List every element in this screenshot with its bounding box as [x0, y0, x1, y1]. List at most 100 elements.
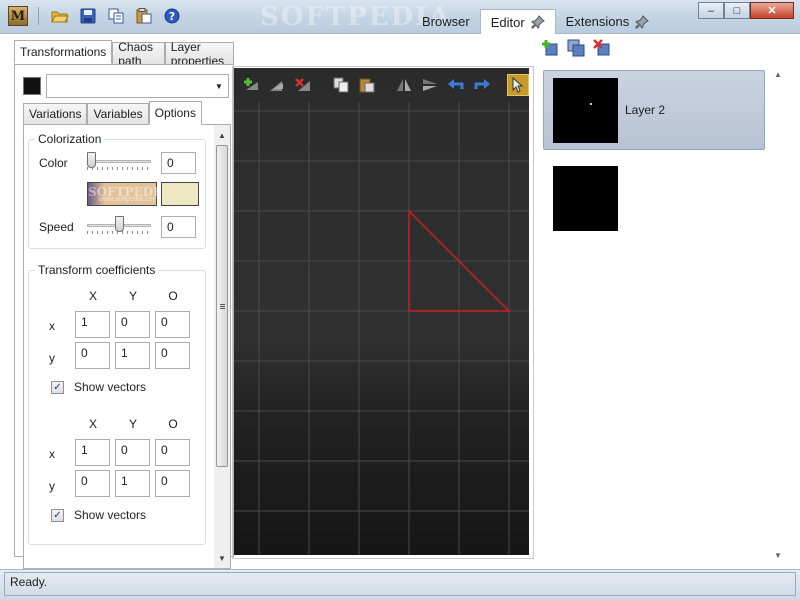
row-label-y: y — [49, 351, 55, 365]
transform-coefficients-title: Transform coefficients — [35, 263, 159, 277]
tab-variations[interactable]: Variations — [23, 103, 88, 124]
thumbnail-dot — [590, 103, 592, 105]
layer-item[interactable]: Layer 2 — [543, 70, 765, 150]
slider-track — [87, 160, 151, 163]
color-value-field[interactable]: 0 — [161, 152, 196, 174]
speed-value-field[interactable]: 0 — [161, 216, 196, 238]
left-panel: Transformations Chaos path Layer propert… — [14, 40, 234, 569]
tab-browser[interactable]: Browser — [412, 9, 480, 34]
color-slider[interactable] — [87, 152, 151, 174]
coef-y-o[interactable]: 0 — [155, 342, 190, 369]
scroll-down-icon[interactable]: ▼ — [774, 551, 782, 560]
chevron-down-icon[interactable]: ▼ — [210, 75, 228, 97]
tab-variables[interactable]: Variables — [87, 103, 149, 124]
color-gradient-swatch[interactable]: SOFTPEDIA www.softpedia.com — [87, 182, 168, 206]
transform-coefficients-group: Transform coefficients X Y O x 1 0 0 y 0… — [28, 263, 206, 545]
transform-canvas[interactable] — [234, 68, 529, 555]
layer-list: Layer 2 — [541, 66, 786, 560]
coef-x-o[interactable]: 0 — [155, 439, 190, 466]
tab-transformations[interactable]: Transformations — [14, 40, 113, 64]
slider-thumb[interactable] — [114, 216, 124, 232]
options-scrollbar[interactable]: ▲ ▼ — [214, 125, 230, 568]
duplicate-transform-icon[interactable] — [266, 74, 288, 96]
close-button[interactable]: ✕ — [750, 2, 794, 19]
main-tabs: Browser Editor Extensions — [412, 9, 659, 34]
sub-tabs: Variations Variables Options — [23, 101, 202, 125]
slider-thumb[interactable] — [87, 152, 96, 168]
tab-label: Browser — [422, 14, 470, 29]
speed-slider[interactable] — [87, 216, 151, 238]
tab-layer-properties[interactable]: Layer properties — [164, 40, 234, 68]
flip-vertical-icon[interactable] — [419, 74, 441, 96]
colorization-group: Colorization Color 0 SOFTPEDIA www.softp… — [28, 132, 206, 249]
svg-text:?: ? — [169, 10, 175, 23]
speed-label: Speed — [39, 220, 74, 234]
duplicate-layer-icon[interactable] — [566, 38, 586, 58]
coef-x-y[interactable]: 0 — [115, 311, 150, 338]
scrollbar-thumb[interactable] — [216, 145, 228, 467]
coef-y-y[interactable]: 1 — [115, 342, 150, 369]
status-frame — [4, 572, 796, 596]
color-label: Color — [39, 156, 68, 170]
layer-thumbnail — [553, 78, 618, 143]
tab-editor[interactable]: Editor — [479, 9, 556, 34]
redo-icon[interactable] — [471, 74, 493, 96]
delete-layer-icon[interactable] — [592, 38, 612, 58]
toolbar-separator — [38, 7, 39, 25]
status-text: Ready. — [10, 575, 48, 589]
minimize-button[interactable]: – — [698, 2, 724, 19]
grip-icon — [220, 304, 225, 310]
flip-horizontal-icon[interactable] — [393, 74, 415, 96]
tab-chaos-path[interactable]: Chaos path — [112, 40, 165, 68]
scroll-up-icon[interactable]: ▲ — [214, 127, 230, 143]
coef-y-x[interactable]: 0 — [75, 470, 110, 497]
column-header-x: X — [88, 289, 97, 303]
row-label-x: x — [49, 319, 55, 333]
slider-ticks — [87, 167, 151, 170]
copy-icon[interactable] — [105, 6, 127, 26]
pin-icon[interactable] — [635, 14, 650, 29]
help-icon[interactable]: ? — [161, 6, 183, 26]
transform-color-swatch[interactable] — [23, 77, 41, 95]
coef-x-x[interactable]: 1 — [75, 311, 110, 338]
layer-thumbnail — [553, 166, 618, 231]
options-panel: Colorization Color 0 SOFTPEDIA www.softp… — [23, 124, 231, 569]
coef-y-y[interactable]: 1 — [115, 470, 150, 497]
transform-combobox[interactable]: ▼ — [46, 74, 229, 98]
save-icon[interactable] — [77, 6, 99, 26]
selected-color-swatch[interactable] — [161, 182, 199, 206]
window-controls: – □ ✕ — [698, 2, 794, 19]
layer-list-scrollbar[interactable]: ▲ ▼ — [772, 70, 786, 560]
select-pointer-icon[interactable] — [507, 74, 529, 96]
tab-label: Extensions — [565, 14, 630, 29]
paste-icon[interactable] — [356, 74, 378, 96]
app-menu-icon[interactable]: M — [8, 6, 28, 26]
show-vectors-label: Show vectors — [74, 508, 147, 522]
left-panel-tabs: Transformations Chaos path Layer propert… — [14, 40, 234, 68]
show-vectors-checkbox[interactable]: ✓ — [51, 381, 64, 394]
status-bar: Ready. — [0, 569, 800, 600]
column-header-o: O — [168, 417, 178, 431]
tab-extensions[interactable]: Extensions — [556, 9, 660, 34]
coef-y-x[interactable]: 0 — [75, 342, 110, 369]
coef-x-y[interactable]: 0 — [115, 439, 150, 466]
tab-label: Editor — [490, 14, 525, 30]
copy-icon[interactable] — [330, 74, 352, 96]
column-header-y: Y — [128, 417, 137, 431]
tab-options[interactable]: Options — [148, 101, 202, 125]
maximize-button[interactable]: □ — [724, 2, 750, 19]
pin-icon[interactable] — [530, 15, 545, 29]
open-folder-icon[interactable] — [49, 6, 71, 26]
add-layer-icon[interactable] — [540, 38, 560, 58]
delete-transform-icon[interactable] — [292, 74, 314, 96]
coef-y-o[interactable]: 0 — [155, 470, 190, 497]
undo-icon[interactable] — [445, 74, 467, 96]
scroll-down-icon[interactable]: ▼ — [214, 550, 230, 566]
show-vectors-checkbox[interactable]: ✓ — [51, 509, 64, 522]
paste-icon[interactable] — [133, 6, 155, 26]
add-transform-icon[interactable] — [240, 74, 262, 96]
coef-x-x[interactable]: 1 — [75, 439, 110, 466]
scroll-up-icon[interactable]: ▲ — [774, 70, 782, 79]
layer-item[interactable] — [543, 158, 765, 238]
coef-x-o[interactable]: 0 — [155, 311, 190, 338]
